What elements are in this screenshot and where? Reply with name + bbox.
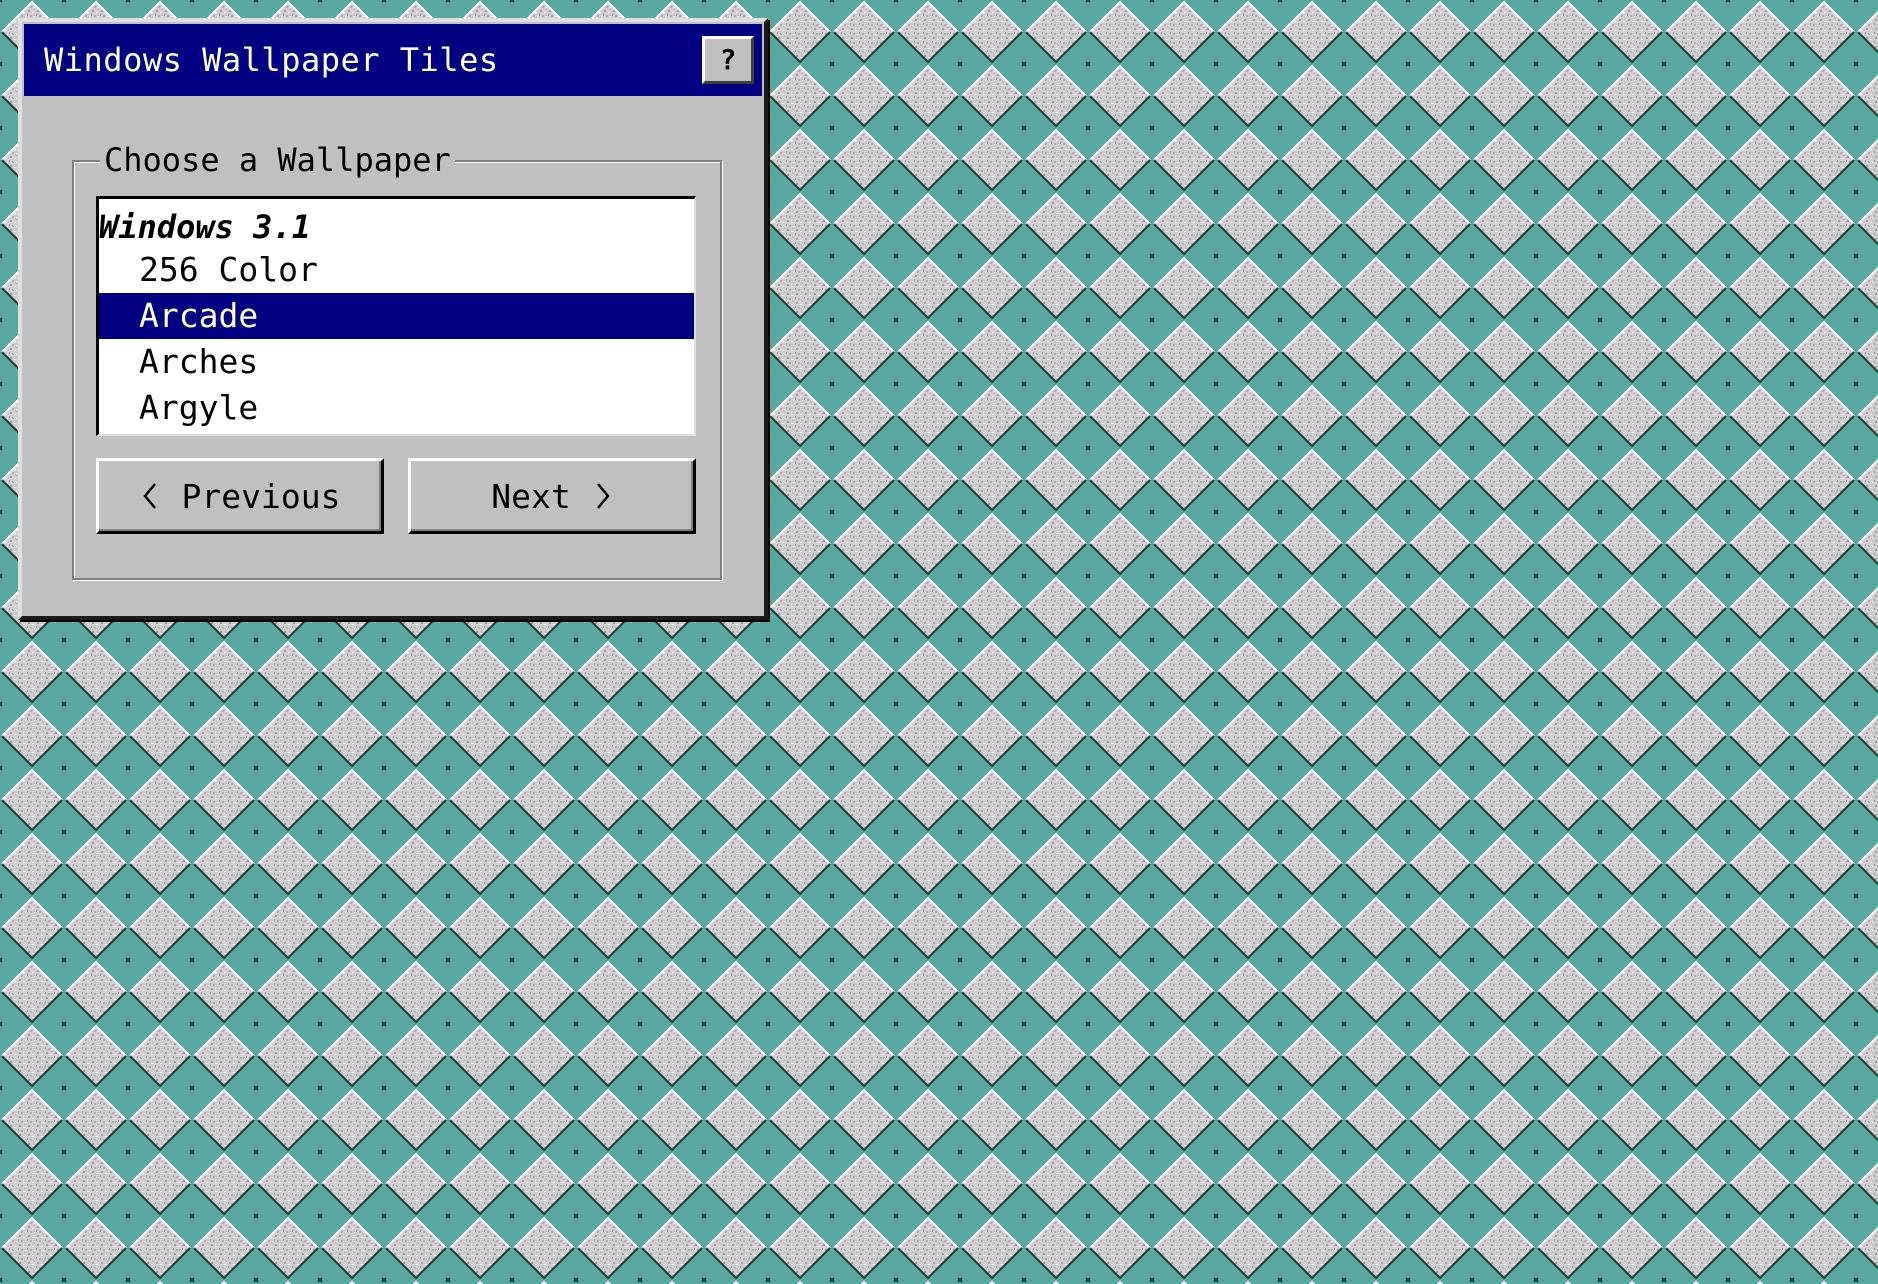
previous-button[interactable]: Previous xyxy=(96,458,384,534)
list-item-arches[interactable]: Arches xyxy=(99,339,694,385)
next-button[interactable]: Next xyxy=(408,458,696,534)
help-button[interactable]: ? xyxy=(702,36,754,84)
groupbox-label: Choose a Wallpaper xyxy=(100,140,455,180)
window-title: Windows Wallpaper Tiles xyxy=(44,41,499,79)
list-group-header: Windows 3.1 xyxy=(99,208,311,246)
title-bar[interactable]: Windows Wallpaper Tiles ? xyxy=(24,24,762,96)
wallpaper-listbox[interactable]: Windows 3.1 256 Color Arcade Arches Argy… xyxy=(96,196,696,436)
list-item-argyle[interactable]: Argyle xyxy=(99,385,694,431)
list-item-arcade[interactable]: Arcade xyxy=(99,293,694,339)
previous-button-label: Previous xyxy=(181,476,341,516)
wallpaper-groupbox: Choose a Wallpaper Windows 3.1 256 Color… xyxy=(72,140,722,580)
chevron-right-icon xyxy=(596,483,610,509)
wallpaper-dialog: Windows Wallpaper Tiles ? Choose a Wallp… xyxy=(18,18,768,620)
list-item-256-color[interactable]: 256 Color xyxy=(99,247,694,293)
chevron-left-icon xyxy=(142,483,156,509)
next-button-label: Next xyxy=(491,476,571,516)
